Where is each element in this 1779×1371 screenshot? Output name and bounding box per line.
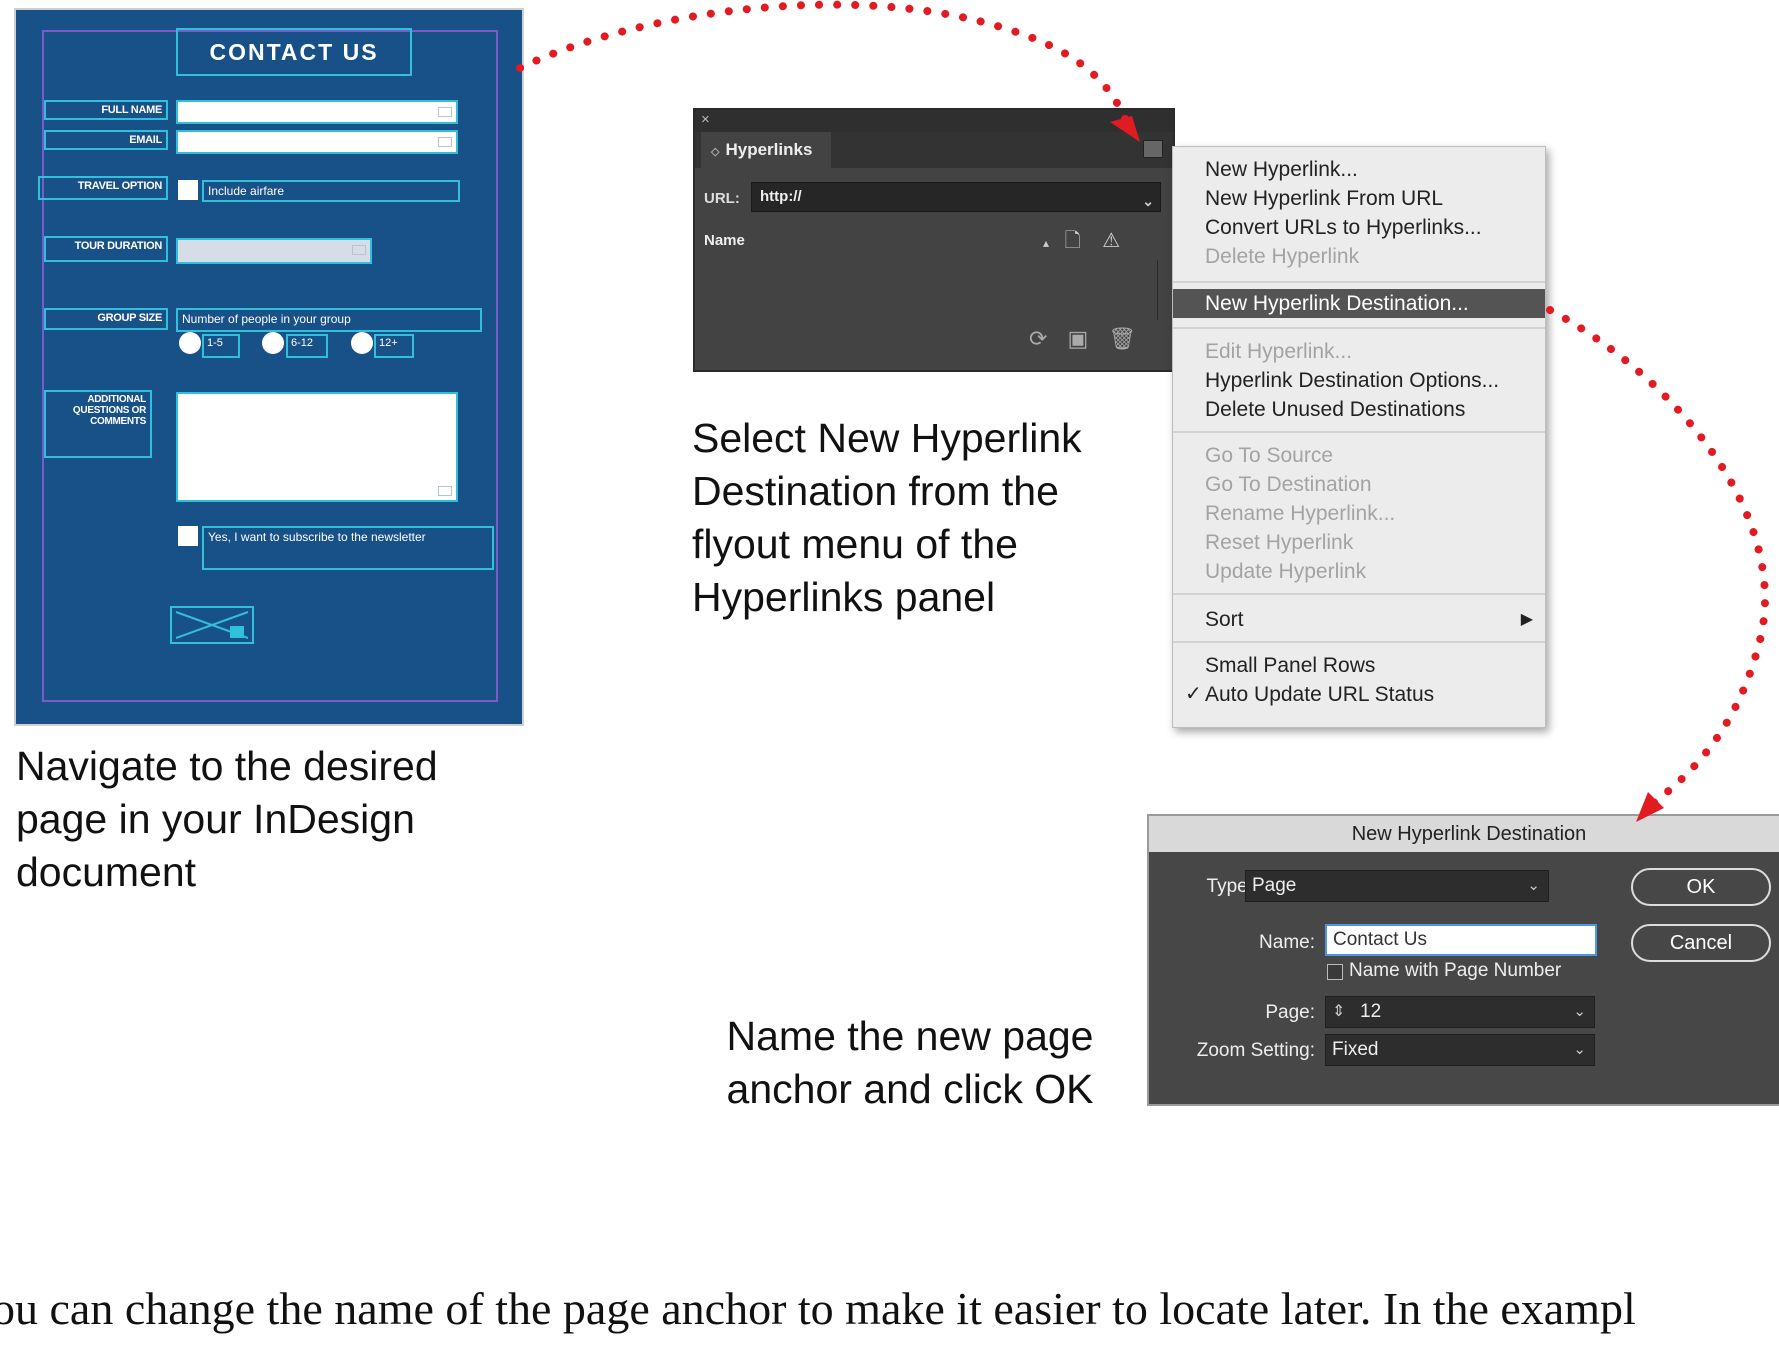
arrow-form-to-panel	[516, 0, 1134, 136]
arrowhead-icon	[1636, 792, 1664, 822]
arrowhead-icon	[1110, 116, 1140, 142]
arrow-menu-to-dialog	[1546, 306, 1769, 814]
connector-arrows	[516, 0, 1769, 822]
